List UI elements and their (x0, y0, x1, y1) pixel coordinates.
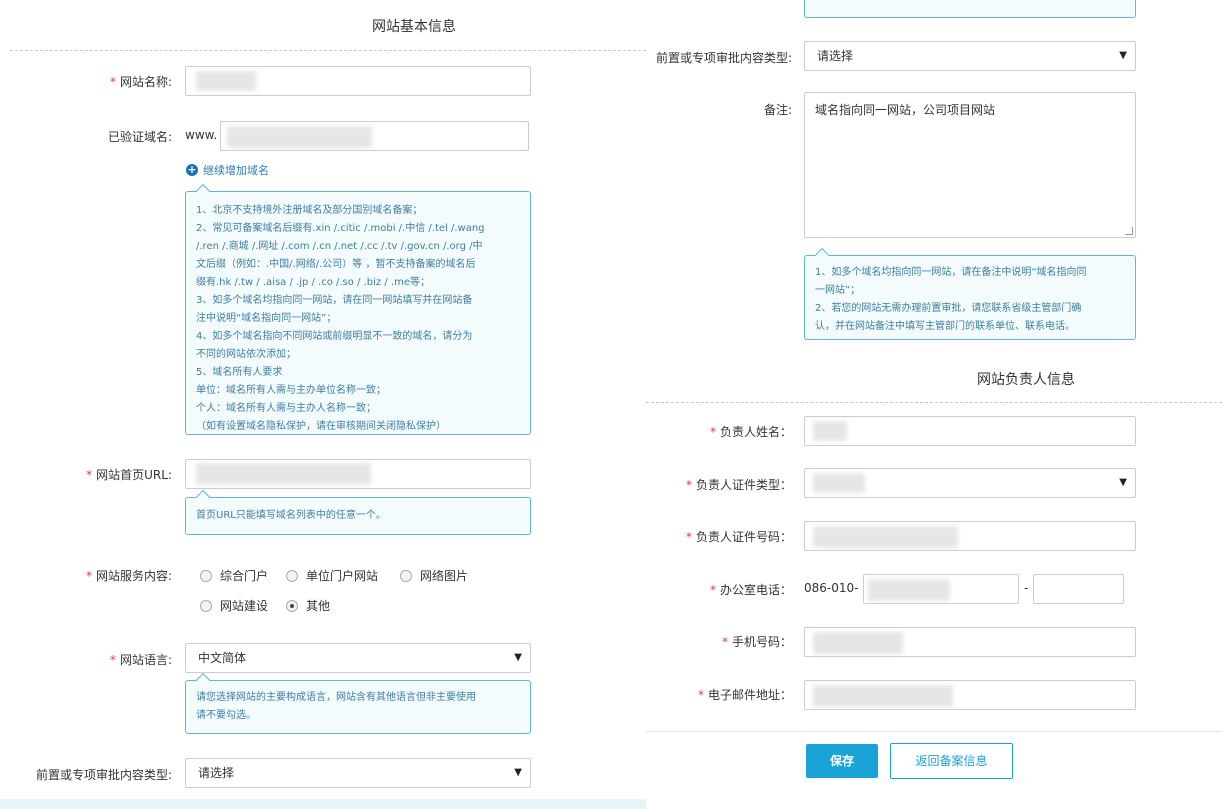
tip-line: 单位：域名所有人需与主办单位名称一致； (196, 385, 386, 396)
person-name-input[interactable] (804, 416, 1136, 446)
back-to-filing-button[interactable]: 返回备案信息 (890, 743, 1013, 779)
language-tip: 请您选择网站的主要构成语言，网站含有其他语言但非主要使用 请不要勾选。 (185, 672, 531, 734)
mobile-input[interactable] (804, 627, 1136, 657)
phone-separator: - (1024, 581, 1029, 595)
person-name-label: * 负责人姓名： (709, 425, 792, 439)
divider (646, 402, 1222, 403)
radio-portal[interactable]: 综合门户 (200, 567, 268, 584)
language-select[interactable]: 中文简体 ▼ (185, 643, 531, 673)
save-button[interactable]: 保存 (806, 744, 878, 778)
caret-down-icon: ▼ (514, 767, 522, 778)
domain-tip-box: 1、北京不支持境外注册域名及部分国别域名备案； 2、常见可备案域名后缀有.xin… (185, 183, 531, 435)
tip-line: 个人：域名所有人需与主办人名称一致； (196, 403, 376, 414)
tip-line: （如有设置域名隐私保护，请在审核期间关闭隐私保护） (196, 421, 446, 432)
tip-line: 注中说明“域名指向同一网站”； (196, 313, 337, 324)
tip-line: 2、常见可备案域名后缀有.xin /.citic /.mobi /.中信 /.t… (196, 223, 485, 234)
email-input[interactable] (804, 680, 1136, 710)
remark-textarea[interactable]: 域名指向同一网站，公司项目网站 (804, 92, 1136, 238)
site-name-input[interactable] (185, 66, 531, 96)
homepage-url-input[interactable] (185, 459, 531, 489)
homepage-url-tip: 首页URL只能填写域名列表中的任意一个。 (185, 489, 531, 535)
tip-line: /.ren /.商城 /.网址 /.com /.cn /.net /.cc /.… (196, 241, 483, 252)
add-domain-link[interactable]: + 继续增加域名 (186, 162, 269, 178)
id-type-label: * 负责人证件类型： (685, 478, 792, 492)
resize-handle[interactable] (1125, 227, 1133, 235)
divider (646, 731, 1222, 732)
tip-line: 1、北京不支持境外注册域名及部分国别域名备案； (196, 205, 423, 216)
section-title-basic-info: 网站基本信息 (372, 19, 456, 35)
domain-input[interactable] (220, 121, 529, 151)
radio-site-building[interactable]: 网站建设 (200, 597, 268, 614)
radio-icon (200, 569, 212, 582)
domain-prefix: www. (185, 128, 218, 142)
tip-line: 不同的网站依次添加； (196, 349, 296, 360)
tip-line: 文后缀（例如：.中国/.网络/.公司）等 ，暂不支持备案的域名后 (196, 259, 476, 270)
tip-line: 5、域名所有人要求 (196, 367, 283, 378)
id-number-input[interactable] (804, 521, 1136, 551)
office-phone-prefix: 086-010- (804, 581, 859, 595)
office-phone-label: * 办公室电话： (709, 583, 792, 597)
service-content-label: * 网站服务内容: (85, 569, 172, 583)
language-label: * 网站语言: (109, 653, 172, 667)
homepage-url-label: * 网站首页URL: (86, 468, 172, 482)
approval-type-select[interactable]: 请选择 ▼ (185, 758, 531, 788)
approval-type-label: 前置或专项审批内容类型: (35, 768, 172, 782)
approval-type-label-right: 前置或专项审批内容类型: (655, 51, 792, 65)
email-label: * 电子邮件地址： (697, 688, 792, 702)
office-phone-extension-input[interactable] (1033, 574, 1124, 604)
id-type-select[interactable]: ▼ (804, 468, 1136, 498)
id-number-label: * 负责人证件号码： (685, 530, 792, 544)
caret-down-icon: ▼ (1119, 50, 1127, 61)
remark-tip: 1、如多个域名均指向同一网站，请在备注中说明“域名指向同 一网站”； 2、若您的… (804, 247, 1136, 340)
radio-network-images[interactable]: 网络图片 (400, 567, 468, 584)
caret-down-icon: ▼ (1119, 477, 1127, 488)
radio-other[interactable]: 其他 (286, 597, 330, 614)
radio-icon (400, 569, 412, 582)
site-name-label: * 网站名称: (109, 75, 172, 89)
bottom-strip (0, 799, 646, 809)
tip-line: 3、如多个域名均指向同一网站，请在同一网站填写并在网站备 (196, 295, 473, 306)
tip-box-continued (804, 0, 1136, 18)
radio-icon (286, 569, 298, 582)
caret-down-icon: ▼ (514, 652, 522, 663)
tip-line: 4、如多个域名指向不同网站或前缀明显不一致的域名，请分为 (196, 331, 473, 342)
tip-line: 缀有.hk /.tw / .aisa / .jp / .co /.so / .b… (196, 277, 430, 288)
plus-circle-icon: + (186, 163, 198, 176)
radio-icon (200, 599, 212, 612)
radio-unit-portal[interactable]: 单位门户网站 (286, 567, 378, 584)
approval-type-select-right[interactable]: 请选择 ▼ (804, 41, 1136, 71)
office-phone-input[interactable] (863, 574, 1019, 604)
mobile-label: * 手机号码： (721, 635, 792, 649)
remark-label: 备注: (763, 103, 792, 117)
verified-domain-label: 已验证域名: (107, 130, 172, 144)
radio-selected-icon (286, 599, 298, 612)
section-title-person-info: 网站负责人信息 (977, 372, 1075, 388)
divider (10, 50, 646, 51)
